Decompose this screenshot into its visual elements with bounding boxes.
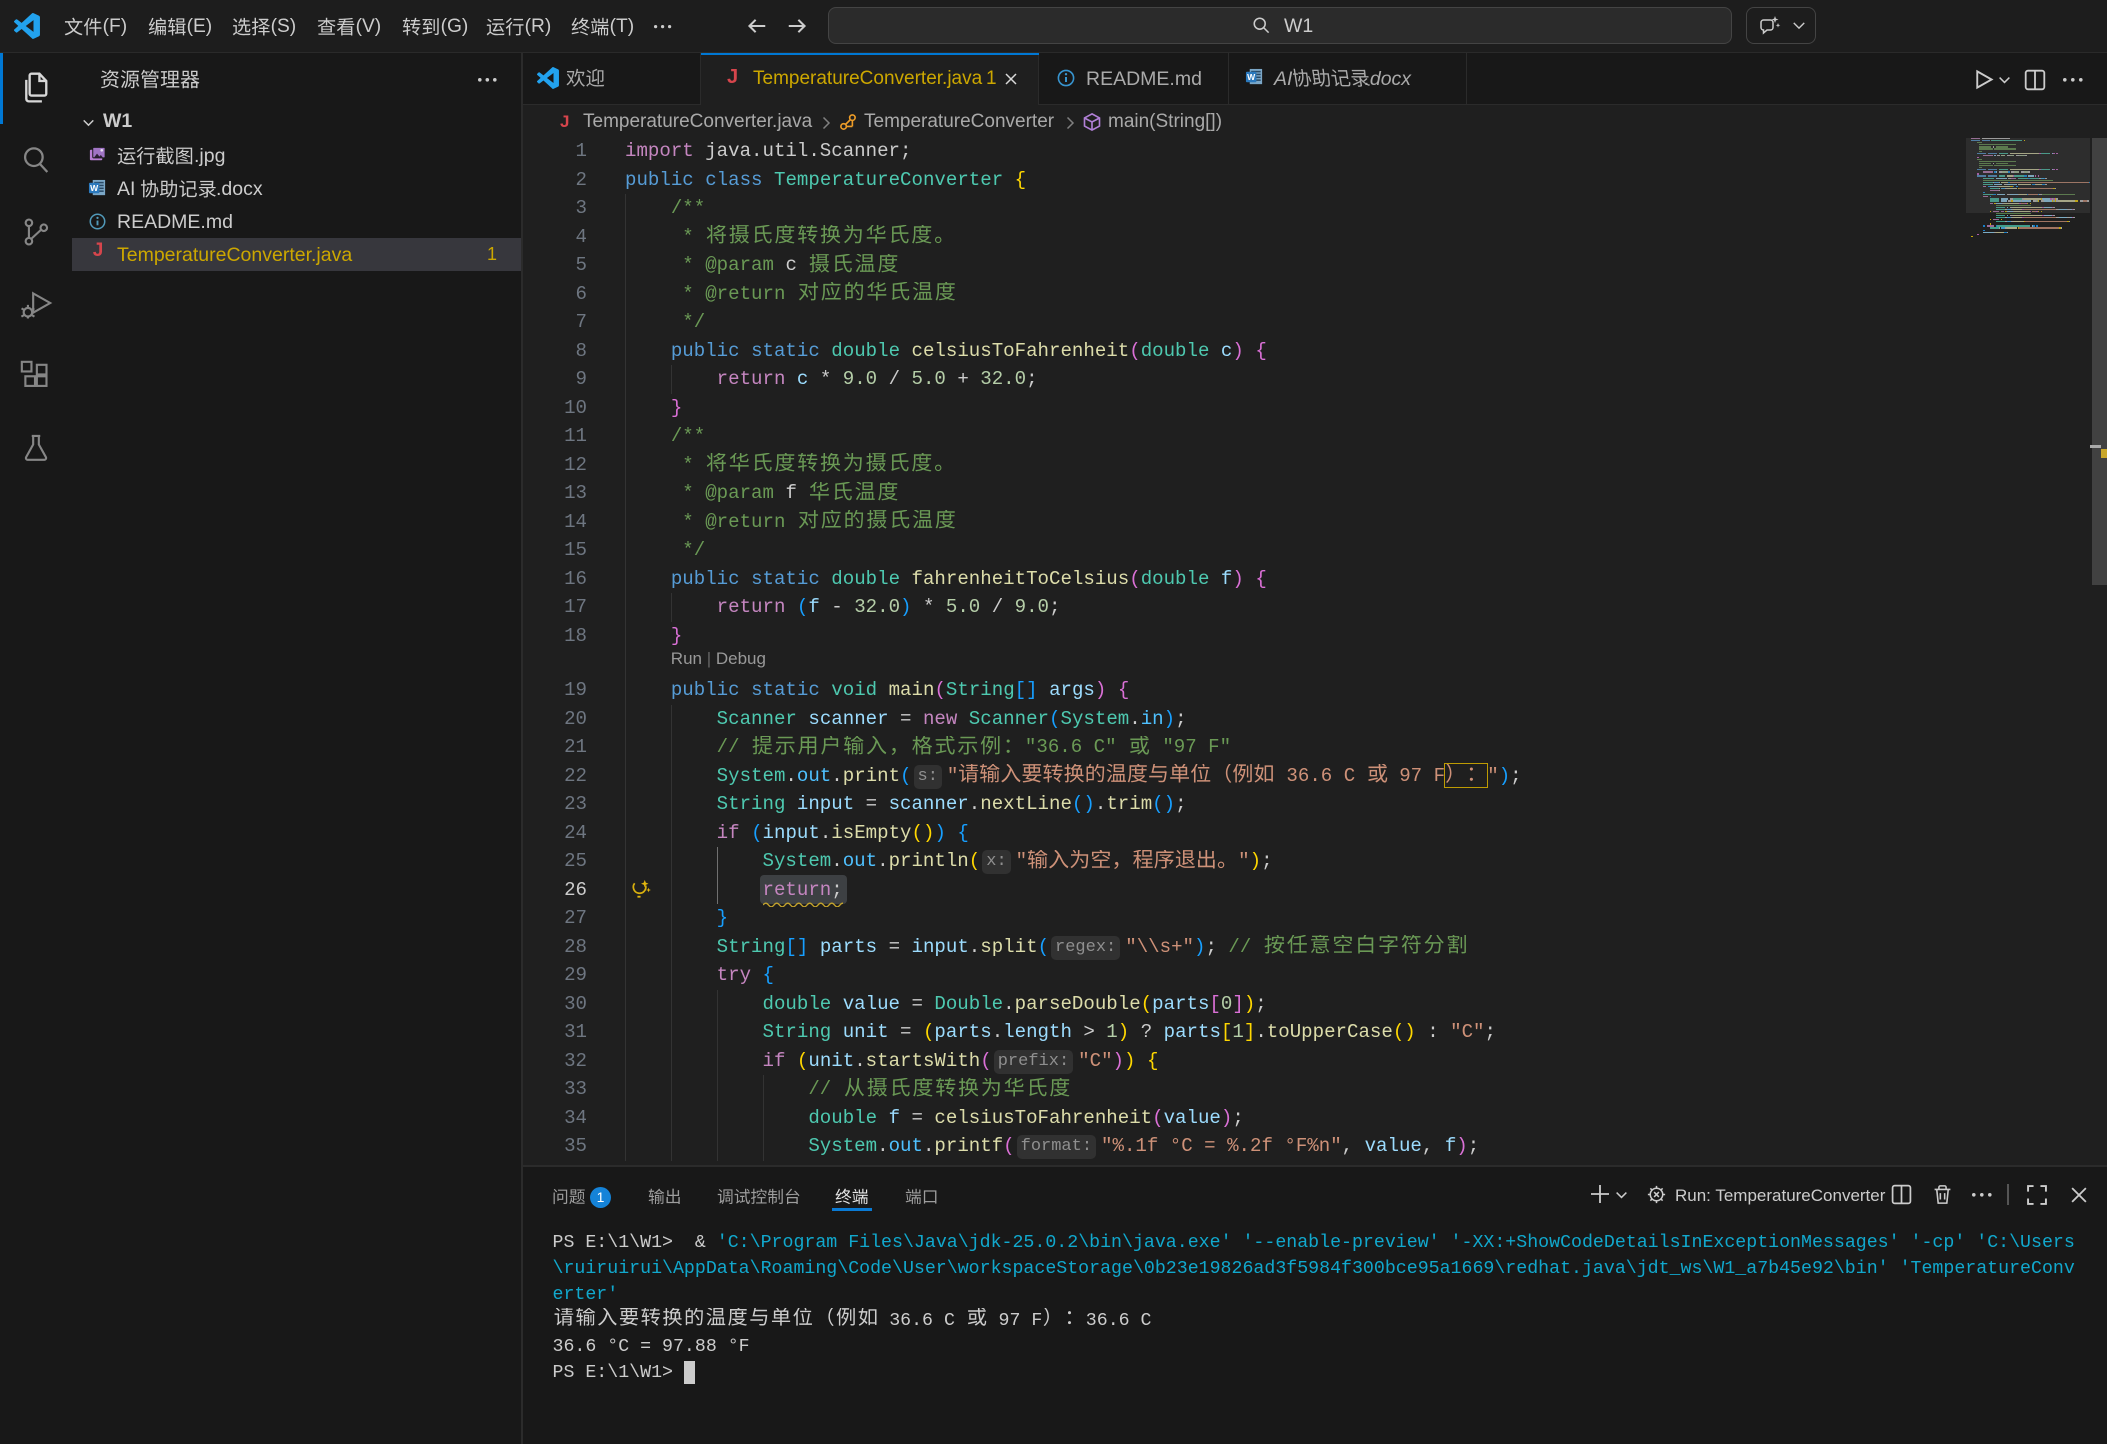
svg-text:W: W (1247, 72, 1256, 82)
svg-text:W: W (90, 183, 99, 193)
